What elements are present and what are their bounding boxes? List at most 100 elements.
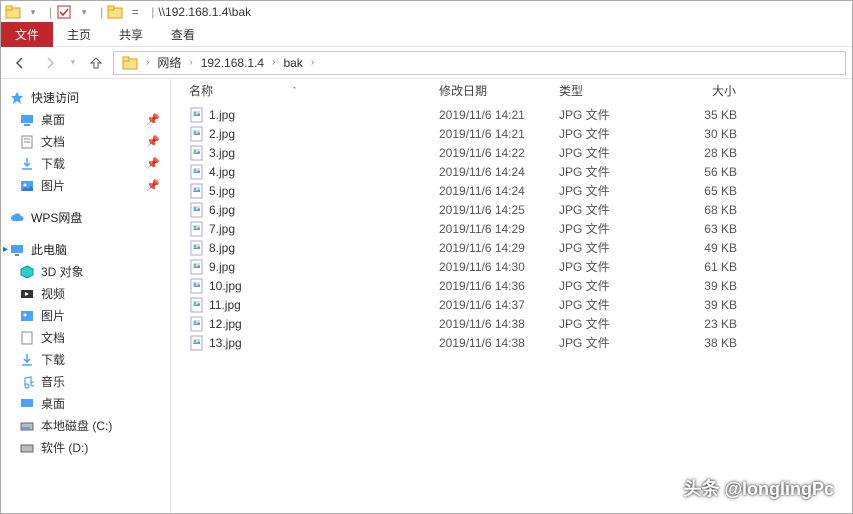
cell-name: 1.jpg [183,107,433,123]
caret-icon[interactable]: › [268,57,279,68]
table-row[interactable]: 11.jpg2019/11/6 14:37JPG 文件39 KB [171,295,852,314]
caret-icon[interactable]: › [185,57,196,68]
file-name: 1.jpg [209,108,235,122]
file-name: 4.jpg [209,165,235,179]
cell-date: 2019/11/6 14:36 [433,279,553,293]
chevron-right-icon[interactable]: ▸ [3,241,8,259]
sep2: | [100,5,103,19]
sidebar-group-quick: 快速访问 桌面 📌 文档 📌 下载 📌 图片 📌 [1,87,170,197]
table-row[interactable]: 8.jpg2019/11/6 14:29JPG 文件49 KB [171,238,852,257]
table-row[interactable]: 5.jpg2019/11/6 14:24JPG 文件65 KB [171,181,852,200]
sidebar-downloads2[interactable]: 下载 [1,349,170,371]
cell-date: 2019/11/6 14:38 [433,317,553,331]
sidebar-downloads[interactable]: 下载 📌 [1,153,170,175]
table-row[interactable]: 3.jpg2019/11/6 14:22JPG 文件28 KB [171,143,852,162]
col-name[interactable]: 名称 ˆ [183,78,433,103]
sidebar-pictures2[interactable]: 图片 [1,305,170,327]
breadcrumb-host[interactable]: 192.168.1.4 [197,54,268,72]
sidebar-label: 此电脑 [31,241,67,259]
sidebar-this-pc[interactable]: ▸ 此电脑 [1,239,170,261]
cell-type: JPG 文件 [553,277,663,294]
folder-icon [5,4,21,20]
column-header: 名称 ˆ 修改日期 类型 大小 [171,79,852,103]
sep3: | [151,5,154,19]
table-row[interactable]: 7.jpg2019/11/6 14:29JPG 文件63 KB [171,219,852,238]
file-list[interactable]: 1.jpg2019/11/6 14:21JPG 文件35 KB2.jpg2019… [171,103,852,513]
document-icon [19,330,35,346]
sidebar-pictures[interactable]: 图片 📌 [1,175,170,197]
sidebar-wps[interactable]: WPS网盘 [1,207,170,229]
caret-icon[interactable]: › [142,57,153,68]
table-row[interactable]: 2.jpg2019/11/6 14:21JPG 文件30 KB [171,124,852,143]
cell-date: 2019/11/6 14:30 [433,260,553,274]
eq-icon: = [127,4,143,20]
breadcrumb-network[interactable]: 网络 [153,52,185,73]
sidebar-documents[interactable]: 文档 📌 [1,131,170,153]
download-icon [19,352,35,368]
caret-icon[interactable]: › [307,57,318,68]
down-arrow-icon-2[interactable]: ▾ [76,4,92,20]
up-button[interactable] [83,50,109,76]
titlebar: ▾ | ▾ | = | \\192.168.1.4\bak [1,1,852,23]
sidebar-disk-c[interactable]: 本地磁盘 (C:) [1,415,170,437]
breadcrumb-folder[interactable]: bak [279,54,306,72]
table-row[interactable]: 4.jpg2019/11/6 14:24JPG 文件56 KB [171,162,852,181]
sidebar-desktop2[interactable]: 桌面 [1,393,170,415]
sidebar-quick-access[interactable]: 快速访问 [1,87,170,109]
col-date[interactable]: 修改日期 [433,78,553,103]
col-size[interactable]: 大小 [663,78,743,103]
cell-type: JPG 文件 [553,163,663,180]
tab-file[interactable]: 文件 [1,22,53,47]
address-bar[interactable]: › 网络 › 192.168.1.4 › bak › [113,51,846,75]
sidebar-videos[interactable]: 视频 [1,283,170,305]
cell-type: JPG 文件 [553,315,663,332]
cell-date: 2019/11/6 14:29 [433,241,553,255]
cloud-icon [9,210,25,226]
table-row[interactable]: 1.jpg2019/11/6 14:21JPG 文件35 KB [171,105,852,124]
forward-button[interactable] [37,50,63,76]
table-row[interactable]: 10.jpg 2019/11/6 14:36JPG 文件39 KB [171,276,852,295]
checkbox-icon[interactable] [56,4,72,20]
sidebar-documents2[interactable]: 文档 [1,327,170,349]
col-type[interactable]: 类型 [553,78,663,103]
table-row[interactable]: 13.jpg2019/11/6 14:38JPG 文件38 KB [171,333,852,352]
pin-icon: 📌 [146,133,160,151]
tab-share[interactable]: 共享 [105,22,157,47]
cell-date: 2019/11/6 14:22 [433,146,553,160]
table-row[interactable]: 6.jpg2019/11/6 14:25JPG 文件68 KB [171,200,852,219]
back-button[interactable] [7,50,33,76]
ribbon-tabs: 文件 主页 共享 查看 [1,23,852,47]
sidebar-label: 文档 [41,133,65,151]
sidebar-label: 桌面 [41,395,65,413]
sidebar-label: 桌面 [41,111,65,129]
sidebar-desktop[interactable]: 桌面 📌 [1,109,170,131]
table-row[interactable]: 12.jpg2019/11/6 14:38JPG 文件23 KB [171,314,852,333]
desktop-icon [19,396,35,412]
cell-type: JPG 文件 [553,106,663,123]
image-file-icon [189,145,205,161]
sidebar-3d-objects[interactable]: 3D 对象 [1,261,170,283]
body: 快速访问 桌面 📌 文档 📌 下载 📌 图片 📌 [1,79,852,513]
cell-size: 49 KB [663,241,743,255]
down-arrow-icon[interactable]: ▾ [25,4,41,20]
sidebar-label: 文档 [41,329,65,347]
sidebar-group-wps: WPS网盘 [1,207,170,229]
file-name: 7.jpg [209,222,235,236]
sidebar-label: 本地磁盘 (C:) [41,417,112,435]
file-name: 6.jpg [209,203,235,217]
table-row[interactable]: 9.jpg2019/11/6 14:30JPG 文件61 KB [171,257,852,276]
sidebar-disk-d[interactable]: 软件 (D:) [1,437,170,459]
navbar: ▾ › 网络 › 192.168.1.4 › bak › [1,47,852,79]
cell-date: 2019/11/6 14:24 [433,184,553,198]
file-name: 10.jpg [209,279,242,293]
window-title-path: \\192.168.1.4\bak [158,5,251,19]
cell-type: JPG 文件 [553,125,663,142]
tab-home[interactable]: 主页 [53,22,105,47]
tab-view[interactable]: 查看 [157,22,209,47]
cell-size: 38 KB [663,336,743,350]
cell-size: 39 KB [663,279,743,293]
sidebar-music[interactable]: 音乐 [1,371,170,393]
recent-dropdown[interactable]: ▾ [67,50,79,76]
cell-type: JPG 文件 [553,220,663,237]
sidebar-label: 3D 对象 [41,263,84,281]
